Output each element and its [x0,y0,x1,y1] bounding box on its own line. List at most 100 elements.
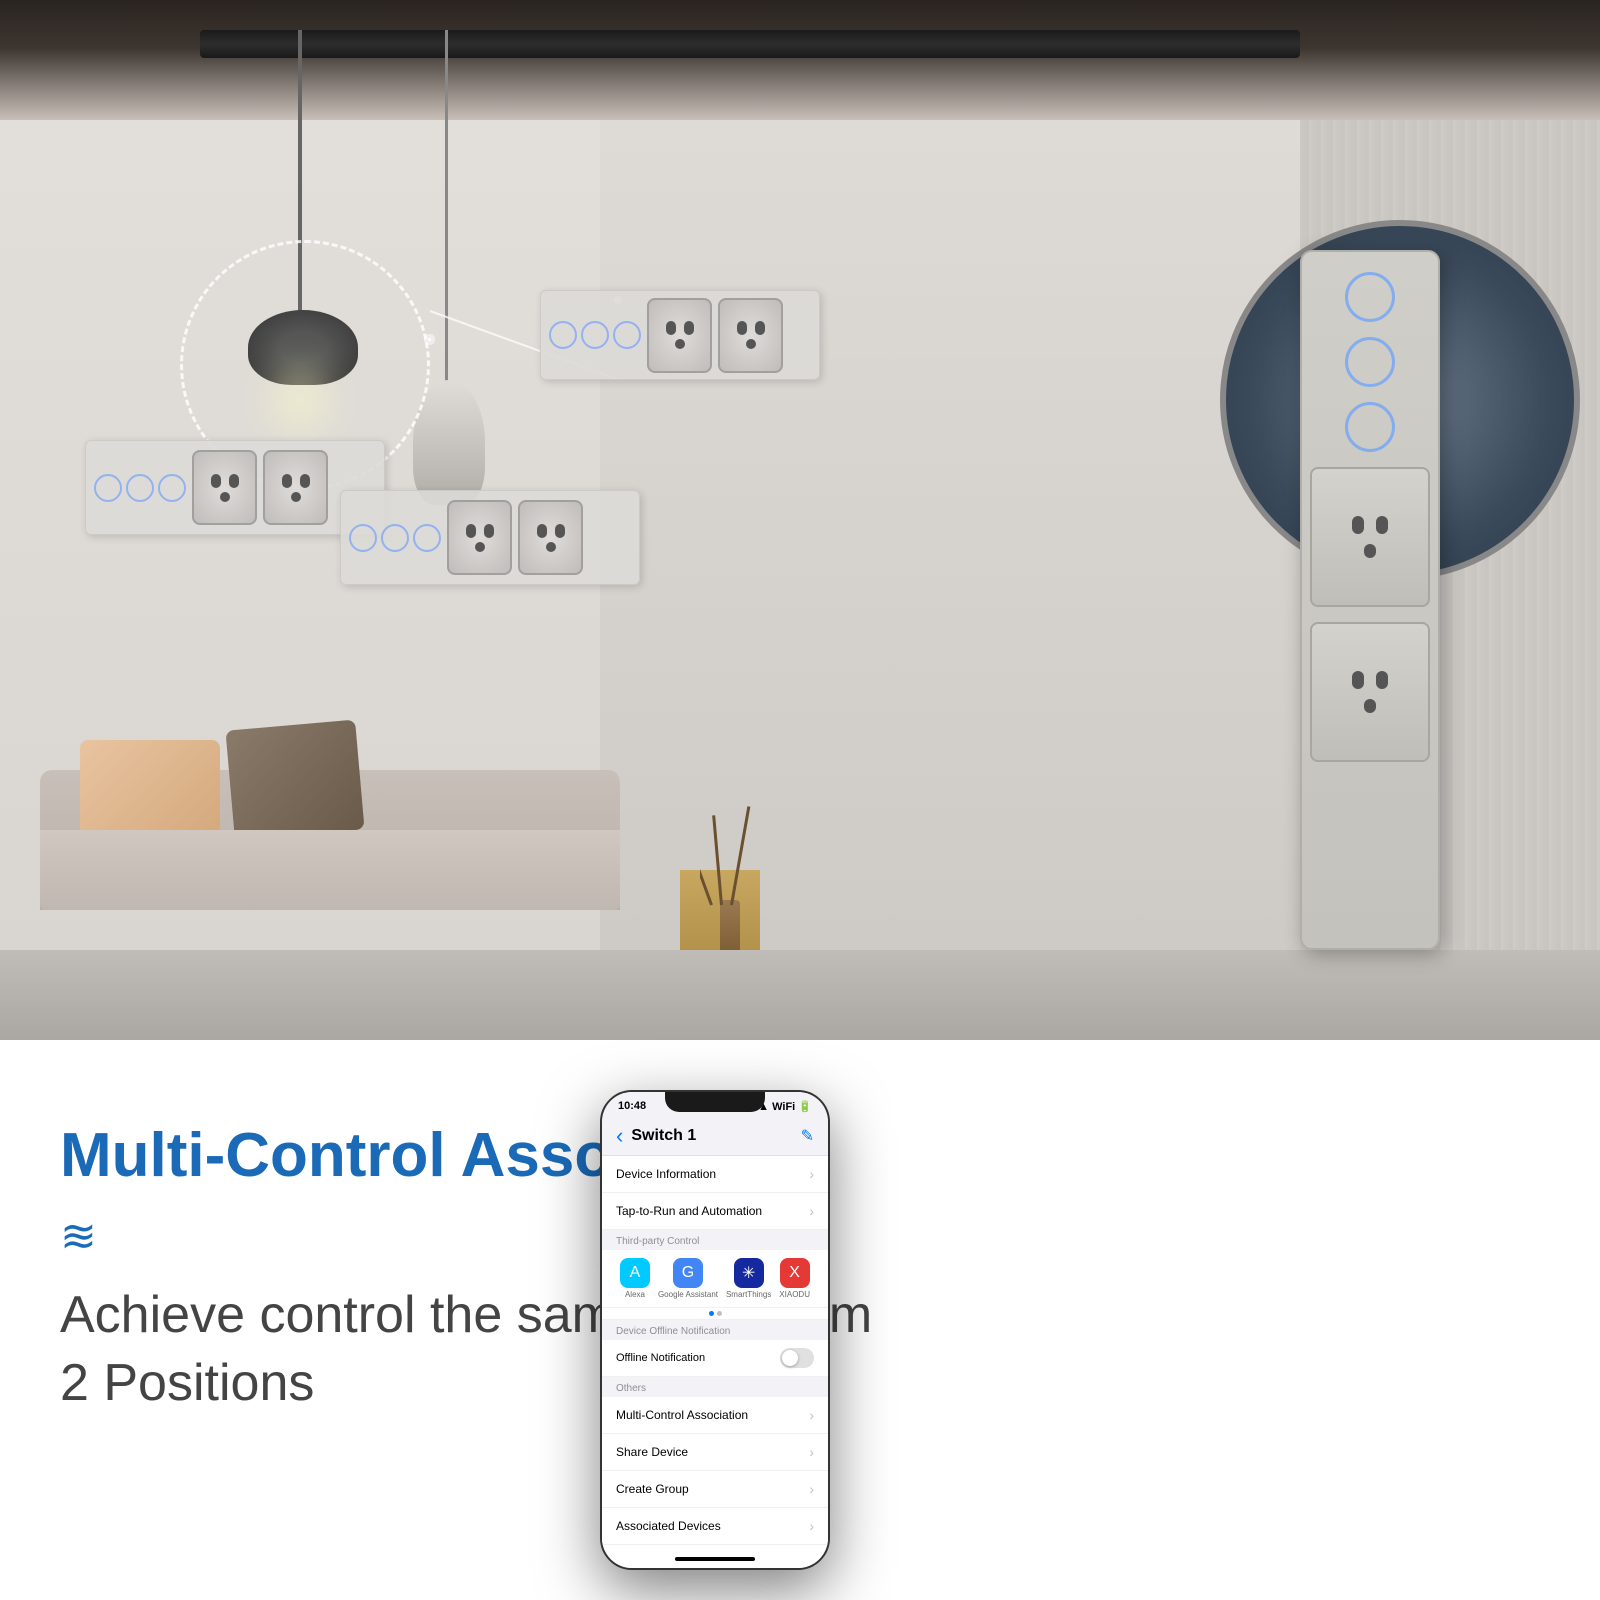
socket-hole [537,524,547,538]
menu-item-label: Tap-to-Run and Automation [616,1204,762,1218]
socket-hole-sm [1352,516,1364,534]
floor [0,950,1600,1050]
smart-touch-1[interactable] [1345,272,1395,322]
third-party-smartthings[interactable]: ✳ SmartThings [726,1258,771,1299]
branch-2 [730,806,750,905]
touch-button-3[interactable] [613,321,641,349]
socket-hole [211,474,221,488]
touch-button-8[interactable] [381,524,409,552]
chevron-icon: › [809,1203,814,1219]
section-header-third-party: Third-party Control [602,1230,828,1250]
home-indicator [675,1557,755,1561]
touch-zone-left [94,474,186,502]
phone-back-button[interactable]: ‹ [616,1123,623,1149]
google-icon: G [673,1258,703,1288]
phone-mockup-container: 10:48 ▲▲▲ WiFi 🔋 ‹ Switch 1 ✎ Device Inf… [600,1090,830,1570]
socket-hole [300,474,310,488]
phone-notch [665,1092,765,1112]
chevron-icon: › [809,1407,814,1423]
socket-hole [229,474,239,488]
menu-item-associated-devices[interactable]: Associated Devices › [602,1508,828,1545]
socket-hole-sm [1376,671,1388,689]
socket-hole [484,524,494,538]
socket-hole-center [1364,544,1376,558]
sofa-cushion-orange [80,740,220,840]
menu-item-multi-control[interactable]: Multi-Control Association › [602,1397,828,1434]
phone-screen: 10:48 ▲▲▲ WiFi 🔋 ‹ Switch 1 ✎ Device Inf… [602,1092,828,1568]
smartthings-label: SmartThings [726,1290,771,1299]
touch-button-5[interactable] [126,474,154,502]
pendant-cord-2 [445,30,448,400]
switch-plate-top [540,290,820,380]
socket-ground [546,542,556,552]
third-party-alexa[interactable]: A Alexa [620,1258,650,1299]
touch-button-9[interactable] [413,524,441,552]
phone-time: 10:48 [618,1100,646,1112]
menu-item-device-info[interactable]: Device Information › [602,1156,828,1193]
socket-hole-sm [1376,516,1388,534]
socket-plug-top-1 [647,298,712,373]
xiaodu-icon: X [780,1258,810,1288]
track-lighting-bar [200,30,1300,58]
toggle-switch[interactable] [780,1348,814,1368]
room-background [0,0,1600,1050]
toggle-knob [782,1350,798,1366]
menu-item-label: Multi-Control Association [616,1408,748,1422]
third-party-xiaodu[interactable]: X XIAODU [779,1258,810,1299]
smartthings-icon: ✳ [734,1258,764,1288]
socket-plug-left-1 [192,450,257,525]
section-header-notification: Device Offline Notification [602,1320,828,1340]
touch-button-1[interactable] [549,321,577,349]
socket-plug-mid-2 [518,500,583,575]
socket-hole-sm [1352,671,1364,689]
socket-hole-center [1364,699,1376,713]
touch-zone-top [549,321,641,349]
socket-ground [475,542,485,552]
phone-content: Device Information › Tap-to-Run and Auto… [602,1156,828,1550]
touch-button-7[interactable] [349,524,377,552]
socket-hole [684,321,694,335]
sofa-cushion-dark [225,720,364,841]
socket-ground [675,339,685,349]
ceiling [0,0,1600,120]
branch-1 [700,829,713,905]
dot-1 [709,1311,714,1316]
socket-hole [282,474,292,488]
branch-3 [712,815,723,905]
socket-plug-top-2 [718,298,783,373]
menu-item-share-device[interactable]: Share Device › [602,1434,828,1471]
chevron-icon: › [809,1444,814,1460]
phone-nav-bar: ‹ Switch 1 ✎ [602,1116,828,1156]
socket-plug-left-2 [263,450,328,525]
section-header-others: Others [602,1377,828,1397]
dot-2 [717,1311,722,1316]
phone-bottom-bar [602,1550,828,1568]
menu-item-label: Device Information [616,1167,716,1181]
menu-item-label: Share Device [616,1445,688,1459]
plant [700,760,760,960]
phone-edit-button[interactable]: ✎ [801,1126,814,1146]
menu-item-label: Create Group [616,1482,689,1496]
xiaodu-label: XIAODU [779,1290,810,1299]
smart-touch-2[interactable] [1345,337,1395,387]
socket-hole [666,321,676,335]
third-party-google[interactable]: G Google Assistant [658,1258,718,1299]
smart-touch-3[interactable] [1345,402,1395,452]
google-label: Google Assistant [658,1290,718,1299]
touch-button-6[interactable] [158,474,186,502]
menu-item-label: Associated Devices [616,1519,721,1533]
smart-device-panel [1300,250,1440,950]
menu-item-tap-to-run[interactable]: Tap-to-Run and Automation › [602,1193,828,1230]
touch-button-4[interactable] [94,474,122,502]
switch-plate-mid [340,490,640,585]
touch-button-2[interactable] [581,321,609,349]
sofa-seat [40,830,620,910]
touch-zone-mid [349,524,441,552]
phone-device-title: Switch 1 [631,1127,800,1145]
phone-mockup: 10:48 ▲▲▲ WiFi 🔋 ‹ Switch 1 ✎ Device Inf… [600,1090,830,1570]
socket-hole [755,321,765,335]
toggle-offline-notification: Offline Notification [602,1340,828,1377]
menu-item-create-group[interactable]: Create Group › [602,1471,828,1508]
third-party-control-row: A Alexa G Google Assistant ✳ SmartThings… [602,1250,828,1308]
chevron-icon: › [809,1481,814,1497]
